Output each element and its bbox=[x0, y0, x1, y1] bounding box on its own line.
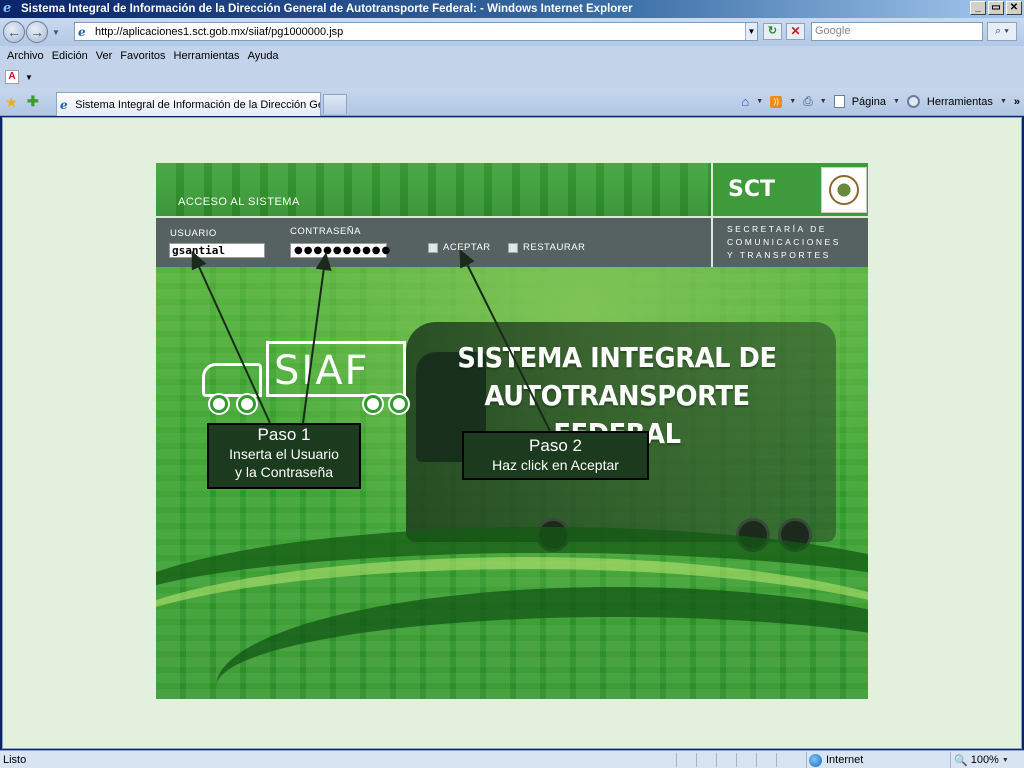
zoom-dropdown-icon[interactable]: ▼ bbox=[1002, 757, 1009, 764]
menu-archivo[interactable]: Archivo bbox=[6, 50, 51, 62]
pdf-icon[interactable]: A bbox=[5, 70, 19, 84]
menu-ayuda[interactable]: Ayuda bbox=[247, 50, 286, 62]
address-dropdown-icon[interactable]: ▼ bbox=[745, 23, 757, 40]
home-icon[interactable]: ⌂ bbox=[741, 94, 749, 109]
mexico-seal-icon bbox=[821, 167, 867, 213]
step2-title: Paso 2 bbox=[529, 436, 582, 455]
command-bar: ⌂ ▼ )) ▼ ⎙ ▼ Página ▼ Herramientas ▼ » bbox=[741, 94, 1020, 109]
secretaria-band: SECRETARÍA DE COMUNICACIONES Y TRANSPORT… bbox=[711, 216, 868, 267]
security-zone[interactable]: Internet bbox=[806, 752, 863, 768]
page-favicon-icon: e bbox=[78, 24, 86, 39]
forward-arrow-icon[interactable]: → bbox=[26, 21, 48, 43]
printer-icon[interactable]: ⎙ bbox=[803, 94, 813, 109]
window-title-bar[interactable]: e Sistema Integral de Información de la … bbox=[0, 0, 1024, 18]
tab-bar: ★ ✚ e Sistema Integral de Información de… bbox=[0, 88, 1024, 116]
status-segment bbox=[716, 753, 734, 767]
restaurar-checkbox-icon bbox=[508, 242, 518, 253]
zone-label: Internet bbox=[826, 754, 864, 766]
url-text[interactable]: http://aplicaciones1.sct.gob.mx/siiaf/pg… bbox=[95, 26, 343, 38]
step1-title: Paso 1 bbox=[257, 425, 311, 444]
tools-gear-icon bbox=[906, 95, 920, 108]
zoom-control[interactable]: 🔍 100% ▼ bbox=[950, 752, 1009, 768]
secretaria-line-1: SECRETARÍA DE bbox=[727, 224, 827, 234]
password-input[interactable]: ●●●●●●●●●● bbox=[290, 243, 390, 258]
history-dropdown-icon[interactable]: ▼ bbox=[52, 28, 60, 37]
ie-logo-icon: e bbox=[3, 1, 12, 16]
navigation-bar: ← → ▼ e http://aplicaciones1.sct.gob.mx/… bbox=[0, 18, 1024, 46]
window-controls: _ ▭ ✕ bbox=[970, 1, 1022, 15]
stop-icon[interactable]: ✕ bbox=[786, 23, 805, 40]
restaurar-label: RESTAURAR bbox=[523, 242, 586, 253]
siaf-truck-logo: SIAF bbox=[202, 341, 412, 421]
tab-active[interactable]: e Sistema Integral de Información de la … bbox=[56, 92, 321, 116]
secretaria-line-2: COMUNICACIONES bbox=[727, 237, 841, 247]
usuario-label: USUARIO bbox=[170, 228, 217, 239]
aceptar-checkbox-icon bbox=[428, 242, 438, 253]
secretaria-line-3: Y TRANSPORTES bbox=[727, 250, 831, 260]
globe-icon bbox=[809, 753, 822, 767]
feed-dropdown-icon[interactable]: ▼ bbox=[789, 98, 796, 105]
maximize-button[interactable]: ▭ bbox=[988, 1, 1004, 15]
step1-line-1: Inserta el Usuario bbox=[229, 446, 339, 462]
rss-feed-icon[interactable]: )) bbox=[770, 95, 783, 108]
menu-ver[interactable]: Ver bbox=[95, 50, 120, 62]
tab-label: Sistema Integral de Información de la Di… bbox=[75, 98, 320, 111]
refresh-icon[interactable]: ↻ bbox=[763, 23, 782, 40]
close-button[interactable]: ✕ bbox=[1006, 1, 1022, 15]
search-icon[interactable]: ⌕ ▾ bbox=[987, 22, 1017, 41]
login-band: USUARIO CONTRASEÑA gsantial ●●●●●●●●●● A… bbox=[156, 216, 711, 267]
zoom-icon: 🔍 bbox=[954, 754, 968, 767]
status-text: Listo bbox=[3, 753, 27, 766]
menu-edicion[interactable]: Edición bbox=[51, 50, 95, 62]
aceptar-label: ACEPTAR bbox=[443, 242, 491, 253]
back-arrow-icon[interactable]: ← bbox=[3, 21, 25, 43]
page-dropdown-icon[interactable]: ▼ bbox=[893, 98, 900, 105]
sct-logo-text: SCT bbox=[728, 177, 775, 202]
toolbar-addons: A ▼ bbox=[0, 66, 1024, 88]
status-segment bbox=[696, 753, 714, 767]
new-tab-button[interactable] bbox=[323, 94, 347, 114]
home-dropdown-icon[interactable]: ▼ bbox=[756, 98, 763, 105]
step2-line-1: Haz click en Aceptar bbox=[492, 457, 619, 473]
print-dropdown-icon[interactable]: ▼ bbox=[820, 98, 827, 105]
address-field[interactable]: e http://aplicaciones1.sct.gob.mx/siiaf/… bbox=[74, 22, 758, 41]
star-icon[interactable]: ★ bbox=[5, 94, 18, 111]
tab-favicon-icon: e bbox=[60, 97, 68, 112]
pdf-dropdown-icon[interactable]: ▼ bbox=[25, 73, 33, 82]
search-input[interactable]: Google bbox=[811, 22, 983, 41]
minimize-button[interactable]: _ bbox=[970, 1, 986, 15]
aceptar-button[interactable]: ACEPTAR bbox=[428, 242, 491, 253]
page-menu[interactable]: Página bbox=[852, 96, 886, 108]
menu-bar: Archivo Edición Ver Favoritos Herramient… bbox=[0, 46, 1024, 66]
header-band bbox=[156, 163, 711, 216]
status-bar: Listo Internet 🔍 100% ▼ bbox=[0, 750, 1024, 768]
more-chevron-icon[interactable]: » bbox=[1014, 96, 1020, 108]
status-segment bbox=[756, 753, 774, 767]
access-label: ACCESO AL SISTEMA bbox=[178, 196, 300, 208]
zoom-label: 100% bbox=[970, 754, 999, 766]
status-segment bbox=[676, 753, 694, 767]
hero-title-line-1: SISTEMA INTEGRAL DE bbox=[457, 341, 777, 374]
tools-dropdown-icon[interactable]: ▼ bbox=[1000, 98, 1007, 105]
status-segment bbox=[776, 753, 794, 767]
menu-herramientas[interactable]: Herramientas bbox=[173, 50, 247, 62]
restaurar-button[interactable]: RESTAURAR bbox=[508, 242, 585, 253]
callout-step-2: Paso 2 Haz click en Aceptar bbox=[462, 431, 649, 480]
window-title: Sistema Integral de Información de la Di… bbox=[21, 3, 633, 15]
status-segment bbox=[736, 753, 754, 767]
callout-step-1: Paso 1 Inserta el Usuario y la Contraseñ… bbox=[207, 423, 361, 489]
step1-line-2: y la Contraseña bbox=[234, 464, 334, 480]
usuario-input[interactable]: gsantial bbox=[169, 243, 265, 258]
page-icon bbox=[833, 95, 845, 108]
menu-favoritos[interactable]: Favoritos bbox=[119, 50, 172, 62]
tools-menu[interactable]: Herramientas bbox=[927, 96, 993, 108]
password-label: CONTRASEÑA bbox=[290, 226, 361, 237]
siaf-logo-word: SIAF bbox=[274, 348, 370, 394]
sct-logo-box: SCT bbox=[711, 163, 868, 216]
add-favorite-icon[interactable]: ✚ bbox=[27, 93, 39, 110]
